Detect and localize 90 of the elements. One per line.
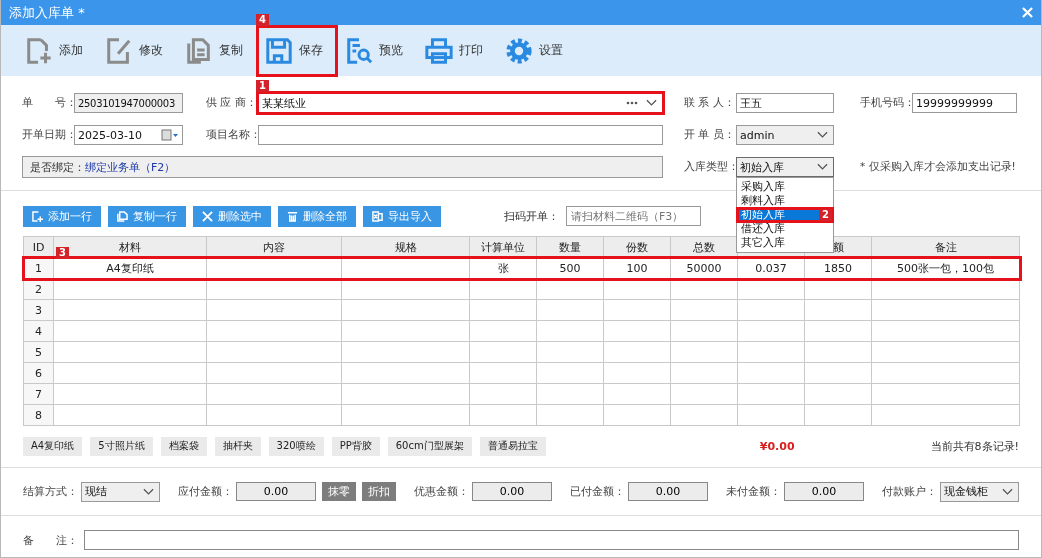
material-tag[interactable]: 320喷绘	[268, 436, 324, 456]
toolbar-button[interactable]: 设置	[499, 27, 575, 74]
field-label: 已付金额：	[570, 484, 625, 499]
column-header: ID	[23, 236, 54, 258]
field-label: 单 号：	[22, 96, 74, 110]
field-value: 2025-03-10	[77, 128, 143, 142]
row-number: 5	[23, 341, 54, 363]
hint-text: * 仅采购入库才会添加支出记录!	[860, 160, 1016, 174]
row-number: 6	[23, 362, 54, 384]
record-count: 当前共有8条记录!	[930, 438, 1019, 454]
row-number: 1	[23, 257, 54, 279]
trash-icon	[287, 210, 298, 222]
field-label: 优惠金额：	[414, 484, 469, 499]
field-label: 入库类型：	[684, 160, 736, 174]
annotation-badge: 3	[56, 247, 69, 259]
select-field[interactable]: 现结	[81, 481, 160, 502]
total-amount: ¥0.00	[759, 439, 795, 453]
amount-field[interactable]: 0.00	[236, 482, 316, 501]
field-label: 扫码开单：	[504, 208, 559, 224]
field-label: 结算方式：	[23, 484, 78, 499]
field-label: 项目名称：	[206, 128, 258, 142]
action-button[interactable]: 折扣	[362, 482, 396, 501]
toolbar-button[interactable]: 打印	[419, 27, 495, 74]
chevron-down-icon[interactable]	[646, 99, 657, 107]
document-pencil-icon	[105, 36, 133, 65]
field-label: 备 注：	[23, 532, 78, 548]
select-field[interactable]: admin	[736, 125, 834, 145]
material-tag[interactable]: 普通易拉宝	[479, 436, 546, 456]
action-button[interactable]: 抹零	[322, 482, 356, 501]
row-number: 3	[23, 299, 54, 321]
input-field[interactable]: 2503101947000003	[74, 93, 183, 113]
copy-icon	[117, 210, 128, 222]
material-tag[interactable]: 档案袋	[160, 436, 207, 456]
material-tag[interactable]: 抽杆夹	[214, 436, 261, 456]
input-field[interactable]: 19999999999	[912, 93, 1017, 113]
amount-field[interactable]: 0.00	[628, 482, 708, 501]
field-value: 现金钱柜	[943, 484, 989, 499]
scan-input[interactable]: 请扫材料二维码（F3）	[566, 206, 701, 226]
calendar-icon[interactable]	[161, 129, 179, 141]
select-field[interactable]: 现金钱柜	[940, 481, 1019, 502]
amount-field[interactable]: 0.00	[472, 482, 552, 501]
material-tag[interactable]: A4复印纸	[23, 436, 83, 456]
remark-field[interactable]	[84, 530, 1019, 550]
field-value: 19999999999	[915, 96, 994, 110]
field-label: 开单日期：	[22, 128, 74, 142]
toolbar-button[interactable]: 预览	[339, 27, 415, 74]
dropdown-option[interactable]: 采购入库	[737, 180, 833, 194]
row-number: 7	[23, 383, 54, 405]
chevron-down-icon[interactable]	[817, 131, 828, 139]
field-value: 2503101947000003	[77, 97, 176, 109]
field-label: 是否绑定：	[30, 159, 85, 175]
field-value: admin	[739, 128, 776, 142]
dropdown-option[interactable]: 借还入库	[737, 222, 833, 236]
row-number: 8	[23, 404, 54, 426]
field-label: 未付金额：	[726, 484, 781, 499]
printer-icon	[425, 36, 453, 65]
row-number: 4	[23, 320, 54, 342]
close-icon	[202, 210, 213, 222]
close-icon[interactable]	[1022, 7, 1033, 18]
plus-icon	[32, 210, 43, 222]
dropdown-option[interactable]: 剩料入库	[737, 194, 833, 208]
spreadsheet-icon	[372, 210, 383, 222]
field-label: 付款账户：	[882, 484, 937, 499]
input-field[interactable]: 王五	[736, 93, 834, 113]
amount-field[interactable]: 0.00	[784, 482, 864, 501]
chevron-down-icon[interactable]	[143, 487, 154, 496]
material-tag[interactable]: 5寸照片纸	[90, 436, 153, 456]
chevron-down-icon[interactable]	[817, 163, 828, 171]
field-label: 开 单 员：	[684, 128, 736, 142]
field-label: 联 系 人：	[684, 96, 736, 110]
annotation-badge: 1	[256, 80, 269, 92]
input-field[interactable]	[258, 125, 663, 145]
material-tag[interactable]: 60cm门型展架	[387, 436, 472, 456]
chevron-down-icon[interactable]	[1002, 487, 1013, 496]
settings-icon	[505, 36, 533, 65]
field-label: 供 应 商：	[206, 96, 258, 110]
date-field[interactable]: 2025-03-10	[74, 125, 183, 145]
more-icon[interactable]	[626, 101, 638, 105]
field-value: 某某纸业	[261, 95, 307, 111]
window-title: 添加入库单 *	[9, 3, 85, 22]
field-label: 手机号码：	[860, 96, 912, 110]
field-label: 应付金额：	[178, 484, 233, 499]
document-magnifier-icon	[345, 36, 373, 65]
document-plus-icon	[25, 36, 53, 65]
annotation-badge: 2	[819, 209, 832, 221]
field-value: 初始入库	[739, 159, 785, 175]
bind-order-link[interactable]: 绑定业务单（F2）	[85, 159, 176, 175]
field-value: 现结	[84, 484, 108, 499]
material-tag[interactable]: PP背胶	[331, 436, 380, 456]
copy-icon	[185, 36, 213, 65]
